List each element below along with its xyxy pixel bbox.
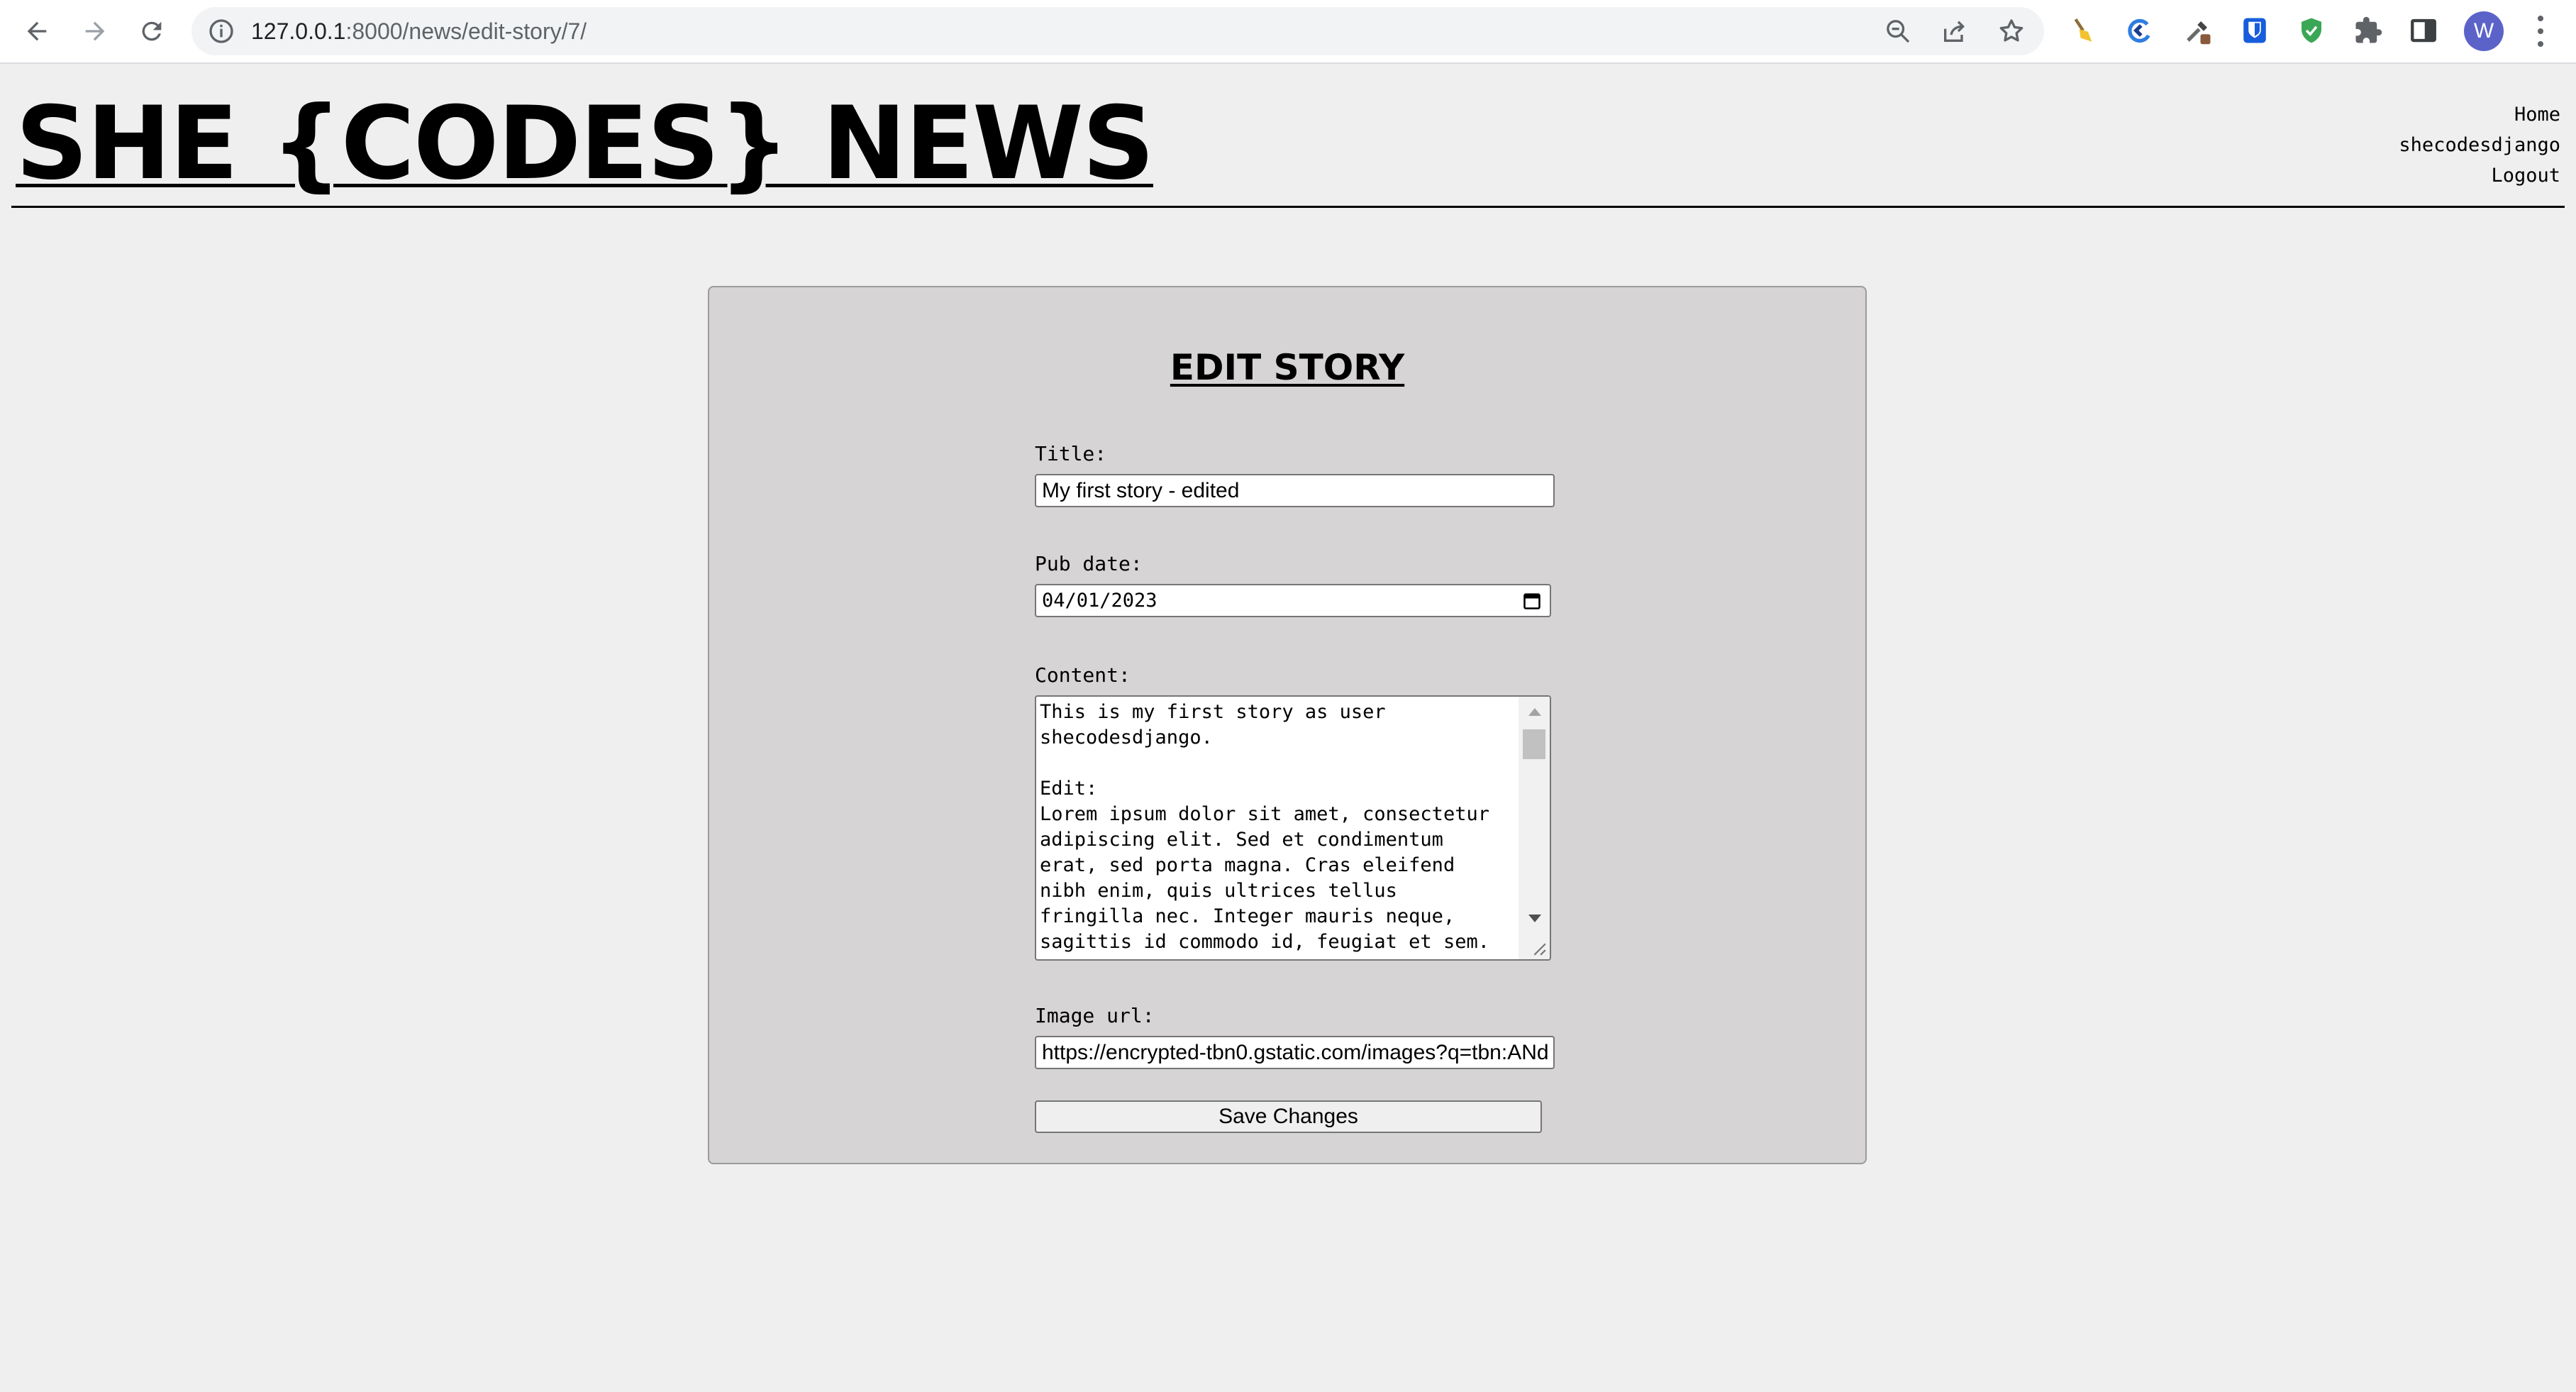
info-icon[interactable] — [207, 17, 235, 45]
pub-date-input[interactable]: 04/01/2023 — [1035, 584, 1551, 617]
title-label: Title: — [1035, 442, 1107, 465]
scroll-up-arrow-icon[interactable] — [1528, 708, 1541, 716]
textarea-scrollbar[interactable] — [1519, 697, 1550, 959]
header-divider — [11, 206, 2565, 208]
bitwarden-shield-icon[interactable] — [2238, 14, 2271, 47]
url-text[interactable]: 127.0.0.1:8000/news/edit-story/7/ — [251, 7, 587, 55]
nav-user-link[interactable]: shecodesdjango — [2399, 130, 2560, 160]
pub-date-label: Pub date: — [1035, 552, 1143, 575]
kebab-menu-icon[interactable] — [2533, 16, 2548, 47]
browser-toolbar: 127.0.0.1:8000/news/edit-story/7/ W — [0, 0, 2576, 64]
image-url-input[interactable]: https://encrypted-tbn0.gstatic.com/image… — [1035, 1036, 1555, 1069]
image-url-label: Image url: — [1035, 1004, 1155, 1027]
refresh-arrow-icon[interactable] — [2123, 14, 2156, 47]
save-changes-button[interactable]: Save Changes — [1035, 1100, 1542, 1133]
pub-date-value: 04/01/2023 — [1042, 590, 1157, 612]
resize-handle-icon[interactable] — [1531, 941, 1547, 956]
site-title-link[interactable]: SHE {CODES} NEWS — [16, 84, 1155, 204]
url-host: 127.0.0.1 — [251, 18, 346, 44]
content-text: This is my first story as user shecodesd… — [1040, 701, 1489, 953]
dropper-icon[interactable] — [2182, 14, 2214, 47]
back-icon[interactable] — [18, 13, 55, 50]
scroll-down-arrow-icon[interactable] — [1528, 915, 1541, 922]
reload-icon[interactable] — [133, 13, 170, 50]
nav-home-link[interactable]: Home — [2399, 99, 2560, 130]
share-icon[interactable] — [1941, 17, 1969, 45]
form-heading: EDIT STORY — [1170, 347, 1405, 388]
green-shield-icon[interactable] — [2295, 14, 2328, 47]
scroll-thumb[interactable] — [1523, 729, 1545, 759]
address-bar[interactable]: 127.0.0.1:8000/news/edit-story/7/ — [191, 7, 2044, 55]
puzzle-icon[interactable] — [2352, 14, 2385, 47]
nav-logout-link[interactable]: Logout — [2399, 160, 2560, 191]
broom-icon[interactable] — [2067, 14, 2099, 47]
content-textarea[interactable]: This is my first story as user shecodesd… — [1035, 695, 1551, 961]
star-icon[interactable] — [1997, 17, 2026, 45]
url-path: :8000/news/edit-story/7/ — [345, 18, 587, 44]
title-input[interactable]: My first story - edited — [1035, 474, 1555, 507]
calendar-icon[interactable] — [1521, 591, 1543, 611]
profile-avatar[interactable]: W — [2464, 11, 2504, 51]
side-panel-icon[interactable] — [2407, 14, 2440, 47]
edit-story-form: EDIT STORY Title: My first story - edite… — [708, 286, 1867, 1164]
content-label: Content: — [1035, 663, 1131, 687]
zoom-out-icon[interactable] — [1884, 17, 1912, 45]
site-nav: Home shecodesdjango Logout — [2399, 99, 2560, 191]
forward-icon[interactable] — [77, 13, 113, 50]
